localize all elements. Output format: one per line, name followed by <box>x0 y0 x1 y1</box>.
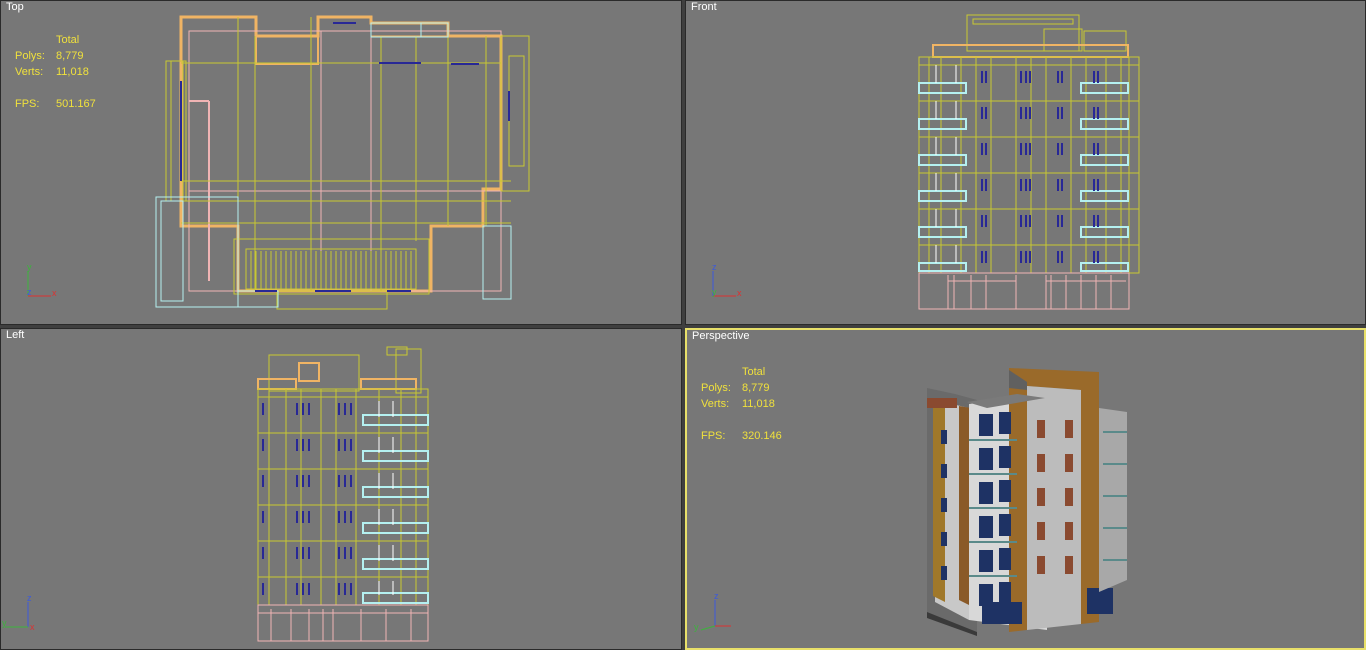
axis-right-label: x <box>30 622 35 632</box>
axis-tripod-icon: z x y <box>694 592 731 632</box>
fps-label: FPS: <box>15 98 40 110</box>
front-view-wireframe <box>918 14 1140 310</box>
axis-up-label: z <box>714 592 719 601</box>
polys-value: 8,779 <box>56 50 84 62</box>
fps-value: 320.146 <box>742 430 782 442</box>
viewport-front[interactable]: Front z x y <box>685 0 1366 325</box>
axis-right-label: x <box>52 288 57 298</box>
axis-up-label: y <box>27 263 32 272</box>
fps-value: 501.167 <box>56 98 96 110</box>
stats-header: Total <box>56 34 80 46</box>
verts-label: Verts: <box>15 66 44 78</box>
stats-header: Total <box>742 366 766 378</box>
polys-value: 8,779 <box>742 382 770 394</box>
viewport-label[interactable]: Front <box>691 1 717 14</box>
verts-label: Verts: <box>701 398 730 410</box>
polys-label: Polys: <box>15 50 45 62</box>
axis-right-label: x <box>737 288 742 298</box>
axis-tripod-icon: z x y <box>712 263 742 298</box>
viewport-label[interactable]: Perspective <box>692 330 749 343</box>
axis-tripod-icon: z x y <box>2 593 35 632</box>
axis-up-label: z <box>712 263 717 272</box>
stats-overlay: Total Polys: 8,779 Verts: 11,018 FPS: 320.1… <box>701 364 782 444</box>
top-view-wireframe <box>155 15 530 310</box>
viewport-perspective[interactable]: Perspective Total Polys: 8,779 Verts: 11,0… <box>685 328 1366 650</box>
perspective-building-render <box>927 368 1127 636</box>
axis-corner-label: y <box>2 618 7 628</box>
viewport-left[interactable]: Left z x y <box>0 328 682 650</box>
viewport-top[interactable]: Top Total Polys: 8,779 Verts: 11,018 FPS: 5… <box>0 0 682 325</box>
fps-label: FPS: <box>701 430 726 442</box>
viewport-label[interactable]: Top <box>6 1 24 14</box>
axis-tripod-icon: y x z <box>27 263 57 298</box>
axis-corner-label: z <box>27 287 32 297</box>
polys-label: Polys: <box>701 382 731 394</box>
stats-overlay: Total Polys: 8,779 Verts: 11,018 FPS: 501.1… <box>15 32 96 112</box>
left-view-wireframe <box>257 346 429 642</box>
verts-value: 11,018 <box>56 66 89 78</box>
axis-corner-label: y <box>712 287 717 297</box>
verts-value: 11,018 <box>742 398 775 410</box>
viewport-label[interactable]: Left <box>6 329 24 342</box>
axis-corner-label: y <box>694 622 699 632</box>
axis-up-label: z <box>27 593 32 603</box>
